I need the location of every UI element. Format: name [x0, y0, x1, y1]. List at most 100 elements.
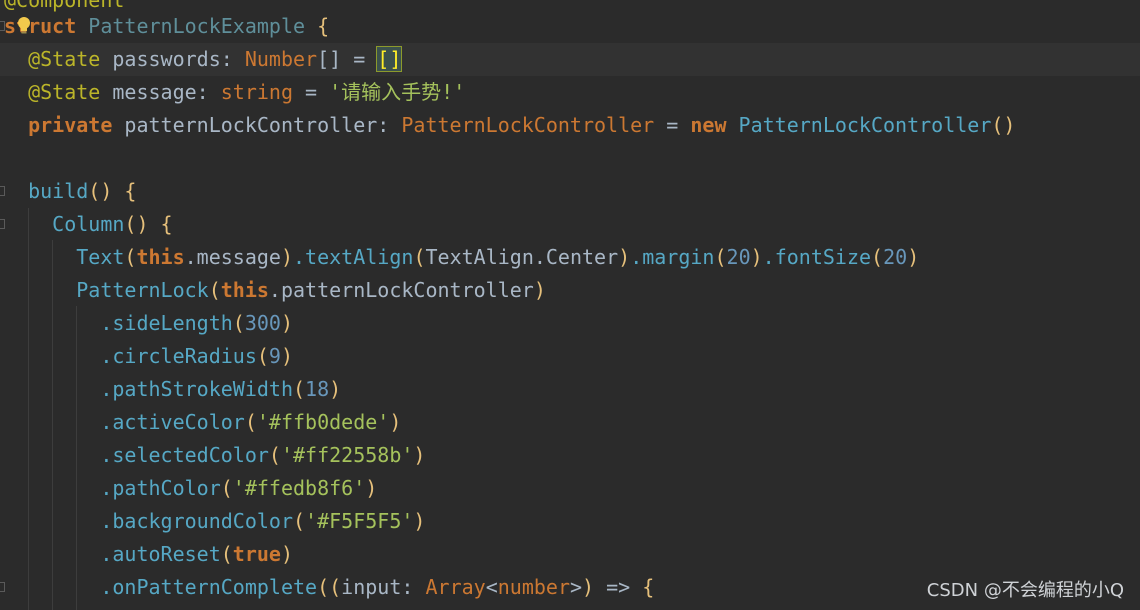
code-token: Text	[4, 245, 125, 269]
code-token: )	[280, 344, 294, 368]
code-token: (	[208, 278, 221, 302]
code-line[interactable]: .sideLength(300)	[0, 307, 1140, 340]
code-token: (	[256, 344, 269, 368]
code-token: number	[497, 575, 570, 599]
code-token: '#ffb0dede'	[256, 410, 390, 434]
code-line[interactable]: PatternLock(this.patternLockController)	[0, 274, 1140, 307]
code-token: .pathStrokeWidth	[4, 377, 293, 401]
code-token: )	[533, 278, 546, 302]
code-token: .patternLockController	[268, 278, 534, 302]
code-token: <	[485, 575, 498, 599]
gutter	[0, 142, 14, 175]
code-token: .margin	[630, 245, 715, 269]
code-token: 20	[726, 245, 751, 269]
code-line[interactable]: .activeColor('#ffb0dede')	[0, 406, 1140, 439]
code-line[interactable]: struct PatternLockExample {	[0, 10, 1140, 43]
code-text: Column() {	[4, 208, 172, 241]
code-token: )	[365, 476, 378, 500]
code-token: .textAlign	[293, 245, 414, 269]
code-token: (	[268, 443, 281, 467]
code-token: {	[305, 14, 330, 38]
code-line[interactable]: .circleRadius(9)	[0, 340, 1140, 373]
code-token: this	[136, 245, 185, 269]
code-token: []	[376, 46, 403, 72]
code-token: PatternLock	[4, 278, 209, 302]
code-token: )	[618, 245, 631, 269]
indent-guide	[28, 208, 29, 610]
code-token: @State	[4, 80, 101, 104]
code-text: .sideLength(300)	[4, 307, 293, 340]
code-token: (	[871, 245, 884, 269]
code-text: PatternLock(this.patternLockController)	[4, 274, 546, 307]
code-line[interactable]: @State passwords: Number[] = []	[0, 43, 1140, 76]
code-token: )	[582, 575, 595, 599]
code-token: Number	[244, 47, 318, 71]
code-line[interactable]: @State message: string = '请输入手势!'	[0, 76, 1140, 109]
code-token: '#F5F5F5'	[305, 509, 414, 533]
code-line[interactable]: Column() {	[0, 208, 1140, 241]
code-token: string	[220, 80, 293, 104]
code-text: .circleRadius(9)	[4, 340, 293, 373]
code-token: .fontSize	[762, 245, 872, 269]
code-token: (	[124, 245, 137, 269]
code-token: )	[413, 509, 426, 533]
code-token: .message	[184, 245, 281, 269]
code-token: new	[690, 113, 727, 137]
code-token: )	[750, 245, 763, 269]
code-token: (	[232, 311, 245, 335]
code-token: 9	[268, 344, 281, 368]
code-token: =	[341, 47, 378, 71]
code-token: .selectedColor	[4, 443, 269, 467]
code-token: Column	[4, 212, 125, 236]
code-editor[interactable]: @Component struct PatternLockExample { @…	[0, 0, 1140, 610]
code-token: '#ffedb8f6'	[232, 476, 366, 500]
code-line[interactable]: Text(this.message).textAlign(TextAlign.C…	[0, 241, 1140, 274]
code-text: .onPatternComplete((input: Array<number>…	[4, 571, 654, 604]
code-token: )	[413, 443, 426, 467]
code-text: .activeColor('#ffb0dede')	[4, 406, 401, 439]
code-token: )	[280, 245, 294, 269]
code-token: patternLockController:	[112, 113, 402, 137]
code-line[interactable]: .pathColor('#ffedb8f6')	[0, 472, 1140, 505]
code-line[interactable]	[0, 142, 1140, 175]
code-token: )	[280, 311, 293, 335]
code-token: (	[220, 476, 233, 500]
code-token: '#ff22558b'	[280, 443, 414, 467]
code-token: (	[220, 542, 233, 566]
code-token: {	[642, 575, 655, 599]
code-token: .backgroundColor	[4, 509, 293, 533]
code-token: PatternLockController	[401, 113, 655, 137]
code-line[interactable]: build() {	[0, 175, 1140, 208]
code-text: .autoReset(true)	[4, 538, 293, 571]
code-token: ()	[88, 179, 113, 203]
code-text: @State passwords: Number[] = []	[4, 43, 403, 76]
indent-guide	[52, 240, 53, 610]
code-token: =	[654, 113, 691, 137]
code-token: (	[292, 377, 306, 401]
code-text: .backgroundColor('#F5F5F5')	[4, 505, 425, 538]
code-token: PatternLockController	[726, 113, 992, 137]
code-token: =	[293, 80, 330, 104]
code-token: .onPatternComplete	[4, 575, 318, 599]
code-token: (	[244, 410, 257, 434]
code-token: build	[4, 179, 89, 203]
code-token: Array	[425, 575, 486, 599]
code-token: true	[232, 542, 281, 566]
code-line[interactable]: .selectedColor('#ff22558b')	[0, 439, 1140, 472]
code-token: passwords:	[100, 47, 245, 71]
code-token: .autoReset	[4, 542, 221, 566]
code-token: ()	[991, 113, 1016, 137]
code-line[interactable]: .backgroundColor('#F5F5F5')	[0, 505, 1140, 538]
code-line[interactable]: .pathStrokeWidth(18)	[0, 373, 1140, 406]
code-token: input	[341, 575, 402, 599]
code-token: (	[413, 245, 426, 269]
code-text: @State message: string = '请输入手势!'	[4, 76, 465, 109]
code-text: struct PatternLockExample {	[4, 10, 329, 43]
code-token: @State	[4, 47, 101, 71]
lightbulb-icon[interactable]	[17, 17, 31, 35]
code-token: )	[389, 410, 402, 434]
code-token: PatternLockExample	[88, 14, 306, 38]
code-token: ()	[124, 212, 149, 236]
code-line[interactable]: private patternLockController: PatternLo…	[0, 109, 1140, 142]
code-line[interactable]: .autoReset(true)	[0, 538, 1140, 571]
